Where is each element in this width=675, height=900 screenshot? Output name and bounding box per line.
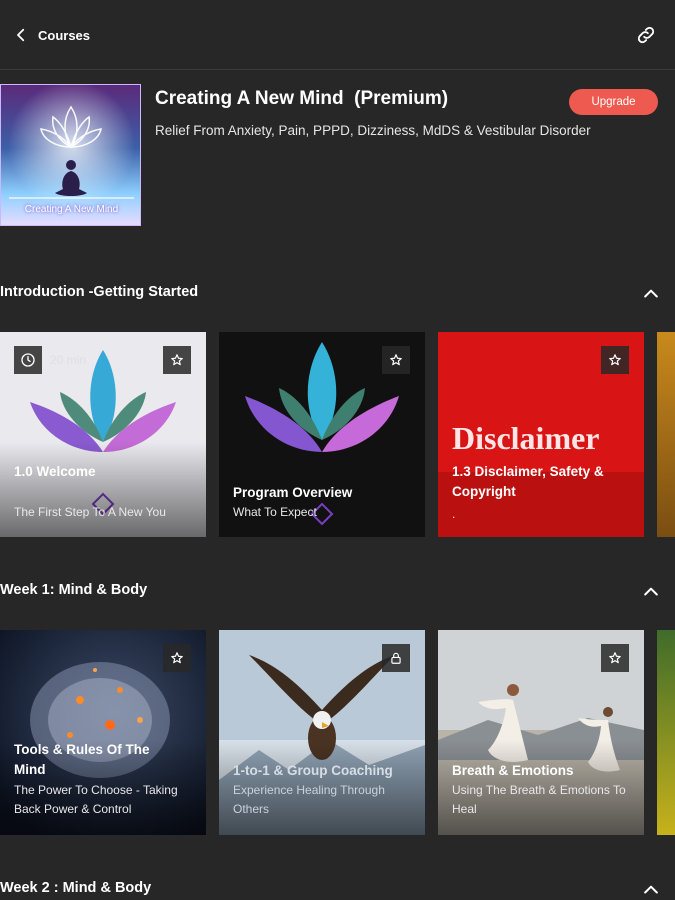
upgrade-button[interactable]: Upgrade	[569, 89, 658, 115]
course-subtitle: Relief From Anxiety, Pain, PPPD, Dizzine…	[155, 123, 591, 138]
section-header-week-2[interactable]: Week 2 : Mind & Body	[0, 874, 675, 900]
lock-badge	[382, 644, 410, 672]
lesson-card-tools-rules[interactable]: Tools & Rules Of The Mind The Power To C…	[0, 630, 206, 835]
card-subtitle: What To Expect	[233, 505, 317, 519]
lesson-card-program-overview[interactable]: Program Overview What To Expect	[219, 332, 425, 537]
lesson-card-coaching[interactable]: 1-to-1 & Group Coaching Experience Heali…	[219, 630, 425, 835]
star-outline-icon	[609, 652, 621, 664]
link-icon[interactable]	[635, 24, 657, 46]
lesson-card-breath-emotions[interactable]: Breath & Emotions Using The Breath & Emo…	[438, 630, 644, 835]
chevron-left-icon	[17, 28, 25, 42]
favorite-button[interactable]	[163, 644, 191, 672]
course-thumbnail: Creating A New Mind	[0, 84, 141, 226]
star-outline-icon	[609, 354, 621, 366]
lesson-card-welcome[interactable]: 20 min 1.0 Welcome The First Step To A N…	[0, 332, 206, 537]
star-outline-icon	[171, 354, 183, 366]
star-outline-icon	[171, 652, 183, 664]
chevron-up-icon[interactable]	[641, 284, 661, 304]
section-header-week-1[interactable]: Week 1: Mind & Body	[0, 576, 675, 606]
star-outline-icon	[390, 354, 402, 366]
card-title: 1-to-1 & Group Coaching	[233, 763, 393, 778]
back-button[interactable]: Courses	[12, 22, 90, 48]
card-title: Breath & Emotions	[452, 763, 574, 778]
card-subtitle: Experience Healing Through Others	[233, 783, 385, 816]
disclaimer-art-text: Disclaimer	[452, 420, 600, 456]
card-title: Tools & Rules Of The Mind	[14, 742, 150, 777]
section-title: Week 2 : Mind & Body	[0, 880, 152, 896]
top-bar: Courses	[0, 0, 675, 70]
section-title: Week 1: Mind & Body	[0, 582, 148, 598]
card-title: 1.0 Welcome	[14, 464, 96, 479]
course-title: Creating A New Mind (Premium)	[155, 88, 449, 109]
duration-label: 20 min	[50, 353, 87, 367]
section-header-introduction[interactable]: Introduction -Getting Started	[0, 278, 675, 308]
course-header: Creating A New Mind Creating A New Mind …	[0, 84, 675, 229]
card-subtitle: The First Step To A New You	[14, 505, 166, 519]
favorite-button[interactable]	[382, 346, 410, 374]
card-subtitle: .	[452, 507, 456, 521]
lesson-card-partial[interactable]	[657, 630, 675, 835]
favorite-button[interactable]	[601, 644, 629, 672]
favorite-button[interactable]	[601, 346, 629, 374]
card-title: 1.3 Disclaimer, Safety & Copyright	[452, 464, 604, 499]
section-title: Introduction -Getting Started	[0, 284, 199, 300]
lesson-card-partial[interactable]	[657, 332, 675, 537]
card-subtitle: The Power To Choose - Taking Back Power …	[14, 783, 178, 816]
lesson-card-disclaimer[interactable]: Disclaimer 1.3 Disclaimer, Safety & Copy…	[438, 332, 644, 537]
card-title: Program Overview	[233, 485, 353, 500]
thumbnail-caption: Creating A New Mind	[24, 204, 119, 215]
lock-icon	[391, 652, 401, 664]
clock-icon	[21, 353, 35, 367]
chevron-up-icon[interactable]	[641, 880, 661, 900]
favorite-button[interactable]	[163, 346, 191, 374]
duration-badge: 20 min	[14, 346, 86, 374]
card-subtitle: Using The Breath & Emotions To Heal	[452, 783, 626, 816]
back-label: Courses	[38, 27, 91, 43]
chevron-up-icon[interactable]	[641, 582, 661, 602]
